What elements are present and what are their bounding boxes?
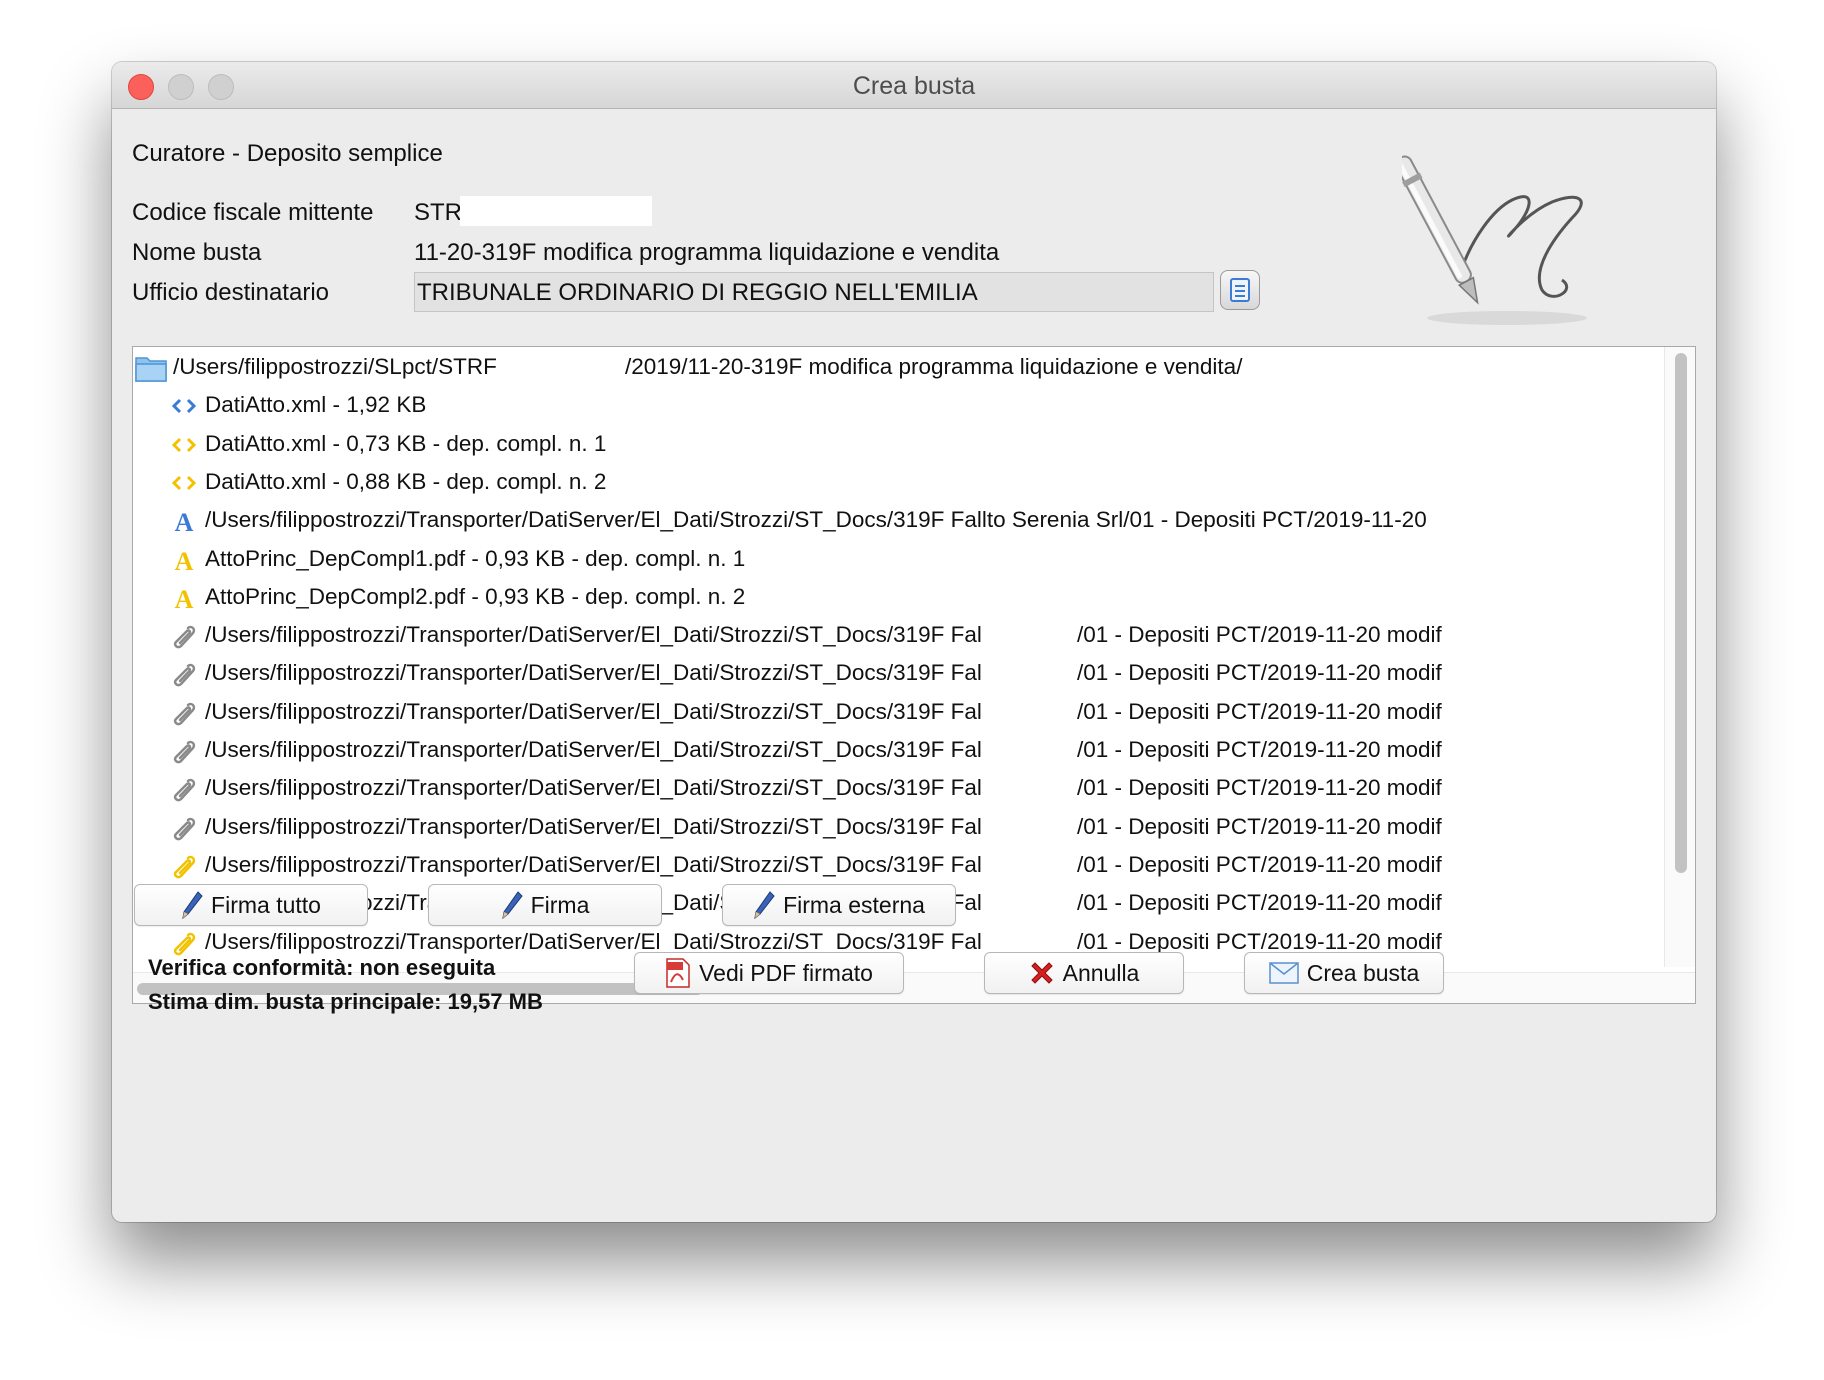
pdf-file-icon: [666, 958, 690, 988]
tree-item-label: DatiAtto.xml - 0,73 KB - dep. compl. n. …: [205, 430, 607, 456]
tree-root-path: /Users/filippostrozzi/SLpct/STRF: [173, 354, 497, 379]
crea-busta-label: Crea busta: [1306, 960, 1420, 986]
tree-item-row[interactable]: /Users/filippostrozzi/Transporter/DatiSe…: [133, 616, 1663, 654]
tree-item-row[interactable]: /Users/filippostrozzi/Transporter/DatiSe…: [133, 731, 1663, 769]
tree-item-label-suffix: /01 - Depositi PCT/2019-11-20 modif: [1077, 851, 1442, 877]
signature-pen-icon: [1402, 155, 1587, 325]
tree-item-row[interactable]: A AttoPrinc_DepCompl1.pdf - 0,93 KB - dep…: [133, 540, 1663, 578]
ufficio-destinatario-field[interactable]: TRIBUNALE ORDINARIO DI REGGIO NELL'EMILI…: [414, 272, 1214, 312]
tree-item-label: AttoPrinc_DepCompl2.pdf - 0,93 KB - dep.…: [205, 583, 746, 609]
document-list-icon: [1230, 278, 1250, 302]
codice-fiscale-value: STR: [414, 199, 462, 226]
firma-esterna-button[interactable]: Firma esterna: [722, 884, 956, 926]
tree-item-label: /Users/filippostrozzi/Transporter/DatiSe…: [205, 813, 981, 839]
tree-item-label-suffix: /01 - Depositi PCT/2019-11-20 modif: [1077, 775, 1442, 801]
atto-yellow-icon: A: [175, 585, 194, 611]
tree-item-row[interactable]: A AttoPrinc_DepCompl2.pdf - 0,93 KB - dep…: [133, 578, 1663, 616]
firma-tutto-button[interactable]: Firma tutto: [134, 884, 368, 926]
firma-label: Firma: [530, 892, 590, 918]
tree-item-row[interactable]: DatiAtto.xml - 0,73 KB - dep. compl. n. …: [133, 425, 1663, 463]
tree-item-row[interactable]: A/Users/filippostrozzi/Transporter/DatiS…: [133, 501, 1663, 539]
title-bar[interactable]: Crea busta: [112, 62, 1716, 109]
tree-item-label-suffix: /01 - Depositi PCT/2019-11-20 modif: [1077, 660, 1442, 686]
vertical-scrollbar-thumb[interactable]: [1675, 353, 1687, 873]
firma-button[interactable]: Firma: [428, 884, 662, 926]
crea-busta-window: Crea busta Curatore - Deposito semplice …: [112, 62, 1716, 1222]
tree-item-label: /Users/filippostrozzi/Transporter/DatiSe…: [205, 660, 981, 686]
paperclip-grey-icon: [173, 702, 196, 725]
folder-icon: [135, 357, 167, 382]
tree-item-label: /Users/filippostrozzi/Transporter/DatiSe…: [205, 698, 981, 724]
tree-item-label: AttoPrinc_DepCompl1.pdf - 0,93 KB - dep.…: [205, 545, 746, 571]
tree-item-label: /Users/filippostrozzi/Transporter/DatiSe…: [205, 737, 981, 762]
paperclip-grey-icon: [173, 817, 196, 840]
tree-item-label: /Users/filippostrozzi/Transporter/DatiSe…: [205, 507, 1433, 533]
vedi-pdf-firmato-label: Vedi PDF firmato: [699, 960, 873, 986]
section-title: Curatore - Deposito semplice: [132, 140, 443, 167]
crea-busta-button[interactable]: Crea busta: [1244, 952, 1444, 994]
firma-esterna-label: Firma esterna: [783, 892, 925, 918]
tree-item-row[interactable]: /Users/filippostrozzi/Transporter/DatiSe…: [133, 654, 1663, 692]
svg-text:A: A: [175, 547, 194, 573]
codice-fiscale-label: Codice fiscale mittente: [132, 199, 374, 226]
tree-item-label: /Users/filippostrozzi/Transporter/DatiSe…: [205, 775, 981, 801]
select-ufficio-button[interactable]: [1220, 270, 1260, 310]
stima-dimensione-status: Stima dim. busta principale: 19,57 MB: [148, 989, 543, 1014]
annulla-label: Annulla: [1062, 960, 1140, 986]
tree-item-label-suffix: /01 - Depositi PCT/2019-11-20 modif: [1077, 622, 1442, 648]
tree-item-label-suffix: /01 - Depositi PCT/2019-11-20 modif: [1077, 890, 1442, 916]
atto-blue-icon: A: [175, 508, 194, 534]
paperclip-grey-icon: [173, 779, 196, 802]
tree-item-label: DatiAtto.xml - 0,88 KB - dep. compl. n. …: [205, 468, 607, 494]
ufficio-destinatario-label: Ufficio destinatario: [132, 279, 329, 306]
xml-yellow-icon: [171, 475, 197, 490]
firma-tutto-label: Firma tutto: [211, 892, 321, 918]
atto-yellow-icon: A: [175, 547, 194, 573]
nome-busta-label: Nome busta: [132, 239, 262, 266]
tree-item-row[interactable]: /Users/filippostrozzi/Transporter/DatiSe…: [133, 808, 1663, 846]
pen-icon: [182, 891, 203, 919]
tree-item-label-suffix: /01 - Depositi PCT/2019-11-20 modif: [1077, 813, 1442, 839]
tree-root-path-suffix: /2019/11-20-319F modifica programma liqu…: [625, 354, 1243, 379]
vedi-pdf-firmato-button[interactable]: Vedi PDF firmato: [634, 952, 904, 994]
envelope-icon: [1268, 962, 1299, 984]
tree-item-row[interactable]: /Users/filippostrozzi/Transporter/DatiSe…: [133, 693, 1663, 731]
tree-item-label: DatiAtto.xml - 1,92 KB: [205, 392, 427, 418]
redacted-area: [460, 196, 652, 226]
verifica-conformita-status: Verifica conformità: non eseguita: [148, 955, 496, 980]
tree-item-row[interactable]: DatiAtto.xml - 1,92 KB: [133, 386, 1663, 424]
paperclip-grey-icon: [173, 625, 196, 649]
xml-blue-icon: [171, 399, 197, 414]
nome-busta-value: 11-20-319F modifica programma liquidazio…: [414, 239, 1000, 266]
tree-item-row[interactable]: DatiAtto.xml - 0,88 KB - dep. compl. n. …: [133, 463, 1663, 501]
tree-item-label: /Users/filippostrozzi/Transporter/DatiSe…: [205, 622, 981, 648]
tree-root-row[interactable]: /Users/filippostrozzi/SLpct/STRF /2019/1…: [133, 348, 1663, 386]
tree-item-label-suffix: /01 - Depositi PCT/2019-11-20 modif: [1077, 737, 1442, 762]
tree-item-row[interactable]: /Users/filippostrozzi/Transporter/DatiSe…: [133, 846, 1663, 884]
annulla-button[interactable]: Annulla: [984, 952, 1184, 994]
cancel-x-icon: [1030, 962, 1053, 984]
paperclip-grey-icon: [173, 740, 196, 764]
xml-yellow-icon: [171, 437, 197, 452]
paperclip-yellow-icon: [173, 855, 196, 879]
paperclip-yellow-icon: [173, 932, 196, 955]
paperclip-grey-icon: [173, 664, 196, 687]
vertical-scroll-track[interactable]: [1664, 347, 1695, 967]
tree-item-label: /Users/filippostrozzi/Transporter/DatiSe…: [205, 851, 981, 877]
tree-item-label-suffix: /01 - Depositi PCT/2019-11-20 modif: [1077, 698, 1442, 724]
window-title: Crea busta: [852, 72, 976, 100]
pen-icon: [754, 891, 775, 919]
svg-text:A: A: [175, 585, 194, 611]
pen-icon: [501, 891, 523, 919]
svg-text:A: A: [175, 508, 194, 534]
tree-item-row[interactable]: /Users/filippostrozzi/Transporter/DatiSe…: [133, 769, 1663, 807]
